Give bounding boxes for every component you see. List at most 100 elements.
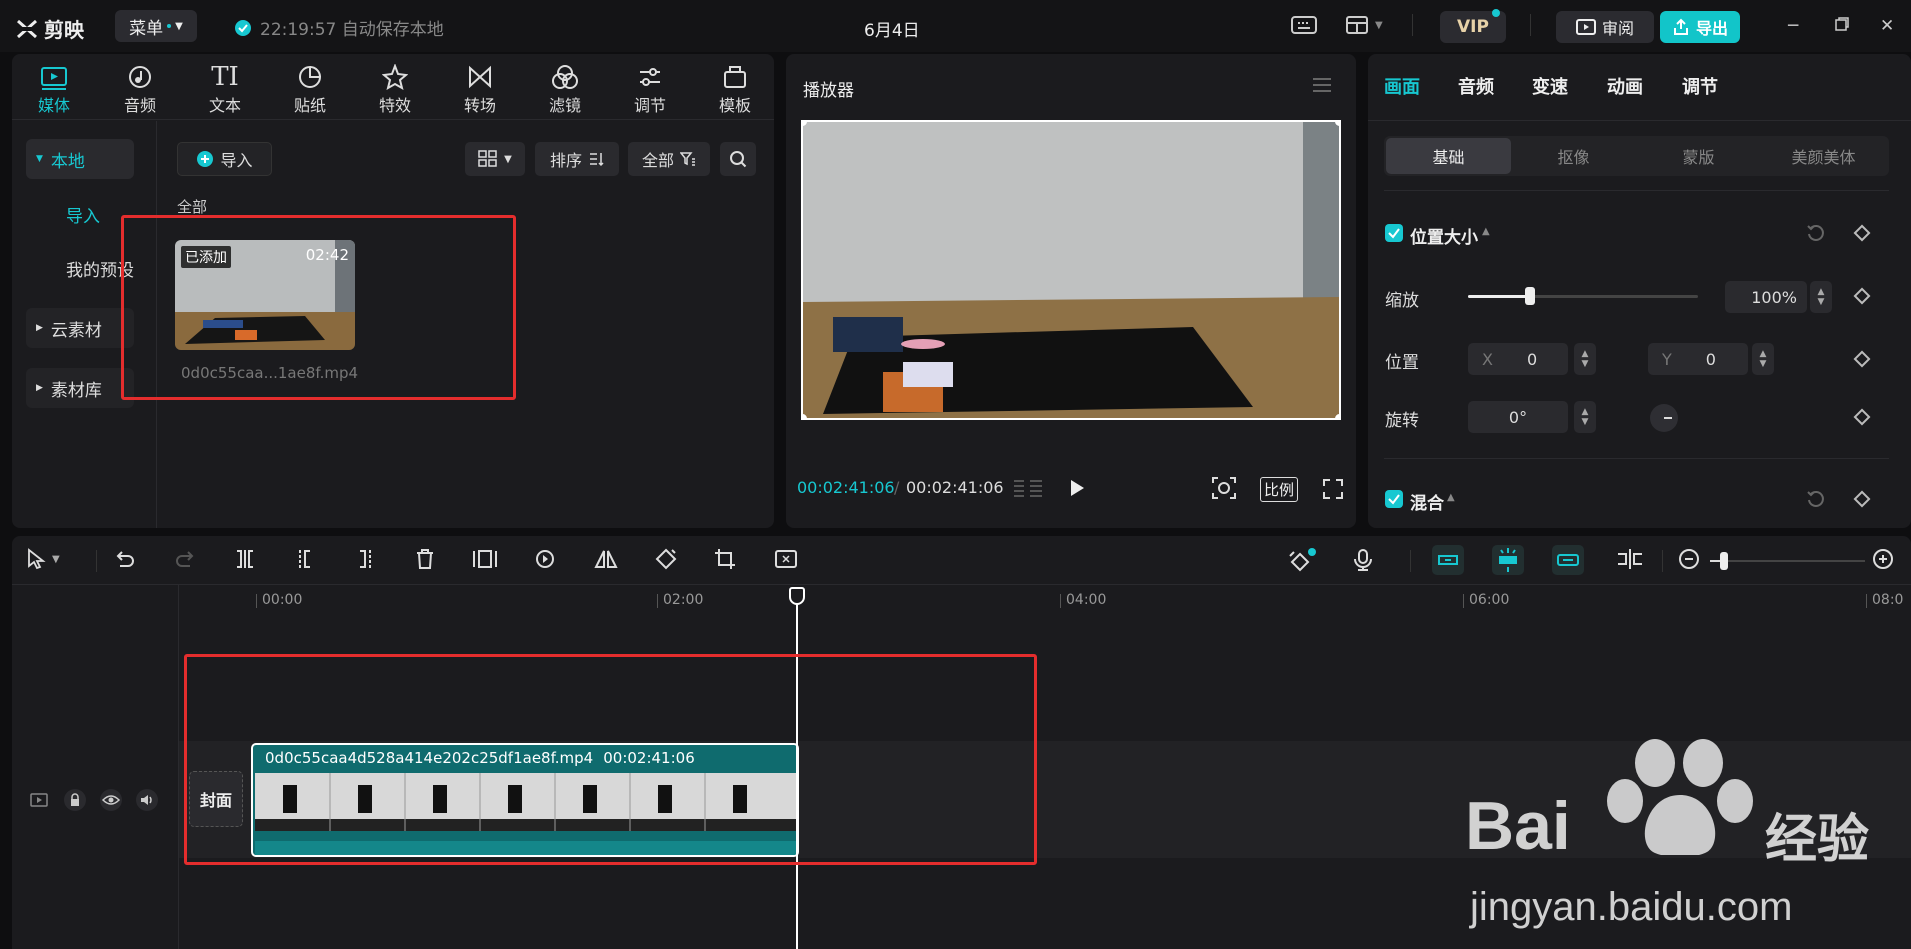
export-label: 导出 xyxy=(1695,19,1728,38)
crop-icon[interactable] xyxy=(714,548,736,570)
checkmark-icon xyxy=(1388,228,1400,239)
scale-value-input[interactable]: 100% xyxy=(1725,281,1807,313)
jianying-logo-icon xyxy=(16,19,38,39)
sidebar-item-cloud[interactable]: ▶ 云素材 xyxy=(26,308,134,348)
chevron-down-icon: ▼ xyxy=(175,20,183,32)
inspector-tab-adjust[interactable]: 调节 xyxy=(1682,73,1718,99)
snap-toggle[interactable] xyxy=(1492,545,1524,575)
player-total-time: 00:02:41:06 xyxy=(906,478,1004,497)
tab-audio[interactable]: 音频 xyxy=(100,62,180,116)
sort-button[interactable]: 排序 xyxy=(535,142,619,176)
track-lock-button[interactable] xyxy=(64,789,86,811)
import-button[interactable]: 导入 xyxy=(177,142,272,176)
position-y-stepper[interactable]: ▲ ▼ xyxy=(1752,343,1774,375)
subtab-basic[interactable]: 基础 xyxy=(1386,138,1511,174)
aspect-ratio-button[interactable]: 比例 xyxy=(1260,477,1299,502)
export-button[interactable]: 导出 xyxy=(1660,11,1740,43)
playhead-handle[interactable] xyxy=(789,587,805,605)
trim-left-icon[interactable] xyxy=(294,548,316,570)
microphone-icon[interactable] xyxy=(1352,548,1374,572)
preview-axis-icon[interactable] xyxy=(1616,548,1644,570)
sidebar-item-library[interactable]: ▶ 素材库 xyxy=(26,368,134,408)
main-track-magnet-toggle[interactable] xyxy=(1432,545,1464,575)
shortcut-keyboard-icon[interactable] xyxy=(1290,14,1318,36)
maximize-icon[interactable] xyxy=(1834,16,1850,32)
track-visibility-button[interactable] xyxy=(100,789,122,811)
undo-icon[interactable] xyxy=(114,548,136,570)
effects-icon xyxy=(355,62,435,92)
video-canvas[interactable] xyxy=(801,120,1341,420)
minimize-icon[interactable]: ─ xyxy=(1788,16,1798,36)
tab-adjust[interactable]: 调节 xyxy=(610,62,690,116)
main-menu-button[interactable]: 菜单 ▼ xyxy=(115,10,197,42)
scale-slider-thumb[interactable] xyxy=(1525,287,1536,305)
inspector-tab-picture[interactable]: 画面 xyxy=(1384,73,1420,99)
blend-title: 混合 xyxy=(1410,494,1444,514)
delete-icon[interactable] xyxy=(414,548,436,570)
tab-media[interactable]: 媒体 xyxy=(14,62,94,116)
tab-text[interactable]: TI 文本 xyxy=(185,62,265,116)
track-audio-button[interactable] xyxy=(136,789,158,811)
subtab-cutout[interactable]: 抠像 xyxy=(1511,138,1636,174)
select-tool-button[interactable]: ▼ xyxy=(26,548,60,570)
chevron-down-icon: ▼ xyxy=(1375,19,1383,31)
zoom-slider-thumb[interactable] xyxy=(1720,552,1728,570)
review-button[interactable]: 审阅 xyxy=(1556,11,1654,43)
timecode-grid-icon[interactable] xyxy=(1012,478,1044,500)
filter-button[interactable]: 全部 xyxy=(628,142,710,176)
inspector-tab-audio[interactable]: 音频 xyxy=(1458,73,1494,99)
position-size-checkbox[interactable] xyxy=(1385,224,1403,242)
collapse-caret-icon[interactable]: ▲ xyxy=(1482,226,1490,237)
sidebar-item-import[interactable]: 导入 xyxy=(26,194,134,234)
sidebar-label: 素材库 xyxy=(50,380,102,401)
play-button[interactable] xyxy=(1068,478,1086,498)
zoom-slider[interactable] xyxy=(1710,552,1865,570)
rotation-stepper[interactable]: ▲ ▼ xyxy=(1574,401,1596,433)
tab-transition[interactable]: 转场 xyxy=(440,62,520,116)
sidebar-item-local[interactable]: ▼ 本地 xyxy=(26,139,134,179)
layout-icon xyxy=(1345,14,1369,36)
view-mode-button[interactable]: ▼ xyxy=(465,142,525,176)
reset-icon[interactable] xyxy=(1806,489,1826,509)
hamburger-menu-icon[interactable] xyxy=(1312,76,1332,94)
position-y-input[interactable]: Y 0 xyxy=(1648,343,1748,375)
zoom-in-icon[interactable] xyxy=(1872,548,1894,570)
fit-screen-icon[interactable] xyxy=(1211,476,1237,500)
ruler-label: 00:00 xyxy=(262,592,303,608)
sidebar-label: 导入 xyxy=(66,206,100,227)
blend-checkbox[interactable] xyxy=(1385,490,1403,508)
ruler-label: 04:00 xyxy=(1066,592,1107,608)
rotation-dial[interactable] xyxy=(1650,404,1678,432)
tab-filter[interactable]: 滤镜 xyxy=(525,62,605,116)
position-x-stepper[interactable]: ▲ ▼ xyxy=(1574,343,1596,375)
zoom-out-icon[interactable] xyxy=(1678,548,1700,570)
tab-template[interactable]: 模板 xyxy=(695,62,775,116)
fullscreen-icon[interactable] xyxy=(1322,478,1344,500)
collapse-caret-icon[interactable]: ▲ xyxy=(1447,492,1455,503)
linkage-toggle[interactable] xyxy=(1552,545,1584,575)
search-button[interactable] xyxy=(720,142,756,176)
scale-slider-track[interactable] xyxy=(1468,287,1698,305)
smart-resize-icon[interactable] xyxy=(774,548,800,572)
inspector-tab-speed[interactable]: 变速 xyxy=(1532,73,1568,99)
split-icon[interactable] xyxy=(234,548,256,570)
inspector-tab-animation[interactable]: 动画 xyxy=(1607,73,1643,99)
close-icon[interactable]: ✕ xyxy=(1880,16,1894,36)
vip-button[interactable]: VIP xyxy=(1440,9,1506,43)
subtab-beauty[interactable]: 美颜美体 xyxy=(1761,138,1886,174)
mirror-icon[interactable] xyxy=(594,548,618,570)
reverse-icon[interactable] xyxy=(534,548,556,570)
trim-right-icon[interactable] xyxy=(354,548,376,570)
freeze-frame-icon[interactable] xyxy=(472,548,498,570)
rotate-icon[interactable] xyxy=(654,548,678,570)
tab-sticker[interactable]: 贴纸 xyxy=(270,62,350,116)
subtab-mask[interactable]: 蒙版 xyxy=(1636,138,1761,174)
redo-icon[interactable] xyxy=(174,548,196,570)
scale-stepper[interactable]: ▲ ▼ xyxy=(1810,281,1832,313)
auto-keyframe-icon[interactable] xyxy=(1288,548,1316,574)
layout-switch-button[interactable]: ▼ xyxy=(1345,14,1383,36)
tab-effects[interactable]: 特效 xyxy=(355,62,435,116)
position-x-input[interactable]: X 0 xyxy=(1468,343,1568,375)
rotation-input[interactable]: 0° xyxy=(1468,401,1568,433)
reset-icon[interactable] xyxy=(1806,223,1826,243)
